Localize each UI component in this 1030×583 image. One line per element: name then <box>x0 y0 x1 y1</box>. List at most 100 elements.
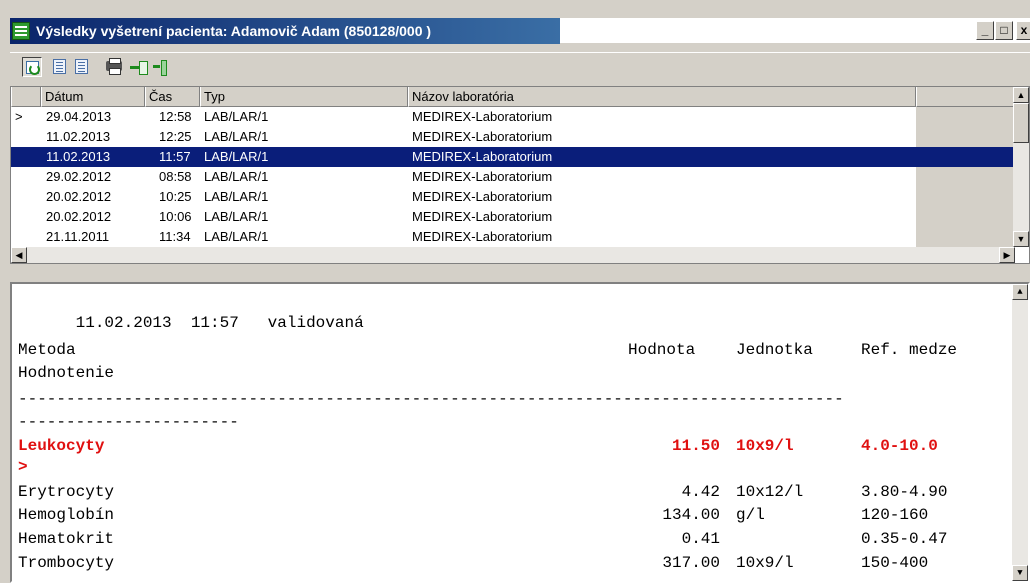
row-date: 20.02.2012 <box>46 209 112 224</box>
row-time: 11:34 <box>159 229 191 244</box>
scroll-up-icon[interactable]: ▲ <box>1012 284 1028 300</box>
collapse-list-button[interactable] <box>72 57 92 77</box>
row-lab: MEDIREX-Laboratorium <box>412 229 553 244</box>
toolbar <box>10 52 1030 80</box>
scroll-up-icon[interactable]: ▲ <box>1013 87 1029 103</box>
grid-scroll-thumb[interactable] <box>1013 103 1029 143</box>
result-value: 4.42 <box>681 483 720 501</box>
row-filler <box>916 107 1015 127</box>
col-marker[interactable] <box>11 87 41 107</box>
col-date[interactable]: Dátum <box>41 87 145 107</box>
row-filler <box>916 187 1015 207</box>
row-time: 12:58 <box>159 109 192 124</box>
col-unit-label: Jednotka <box>736 341 813 359</box>
result-ref: 120-160 <box>861 506 929 524</box>
add-icon <box>130 59 148 75</box>
row-time: 11:57 <box>159 149 191 164</box>
result-value: 134.00 <box>662 506 720 524</box>
row-date: 11.02.2013 <box>46 149 111 164</box>
table-row[interactable]: 29.02.2012 08:58 LAB/LAR/1 MEDIREX-Labor… <box>11 167 1015 187</box>
row-type: LAB/LAR/1 <box>204 169 269 184</box>
table-row-selected[interactable]: 11.02.2013 11:57 LAB/LAR/1 MEDIREX-Labor… <box>11 147 1015 167</box>
grid-vertical-scrollbar[interactable]: ▲ ▼ <box>1013 87 1029 247</box>
scroll-down-icon[interactable]: ▼ <box>1012 565 1028 581</box>
row-type: LAB/LAR/1 <box>204 229 269 244</box>
result-ref: 4.0-10.0 <box>861 437 938 455</box>
refresh-button[interactable] <box>22 57 42 77</box>
title-bar[interactable]: Výsledky vyšetrení pacienta: Adamovič Ad… <box>10 18 1030 44</box>
exit-button[interactable] <box>150 57 170 77</box>
row-type: LAB/LAR/1 <box>204 209 269 224</box>
row-date: 20.02.2012 <box>46 189 112 204</box>
table-row[interactable]: 11.02.2013 12:25 LAB/LAR/1 MEDIREX-Labor… <box>11 127 1015 147</box>
grid-horizontal-scrollbar[interactable]: ◀ ▶ <box>11 247 1015 263</box>
add-button[interactable] <box>128 57 148 77</box>
scroll-left-icon[interactable]: ◀ <box>11 247 27 263</box>
row-filler <box>916 207 1015 227</box>
close-button[interactable]: x <box>1016 21 1030 40</box>
minimize-button[interactable]: _ <box>976 21 994 40</box>
col-method-label: Metoda <box>18 341 76 359</box>
result-value: 317.00 <box>662 554 720 572</box>
exam-list-grid: Dátum Čas Typ Názov laboratória > 29.04.… <box>10 86 1030 264</box>
row-type: LAB/LAR/1 <box>204 129 269 144</box>
separator-line: ----------------------------------------… <box>18 390 844 408</box>
scroll-down-icon[interactable]: ▼ <box>1013 231 1029 247</box>
refresh-icon <box>26 61 40 75</box>
row-date: 29.02.2012 <box>46 169 112 184</box>
row-type: LAB/LAR/1 <box>204 109 269 124</box>
table-row[interactable]: 21.11.2011 11:34 LAB/LAR/1 MEDIREX-Labor… <box>11 227 1015 247</box>
col-type[interactable]: Typ <box>200 87 408 107</box>
result-ref: 0.35-0.47 <box>861 530 948 548</box>
list-collapse-icon <box>75 59 88 74</box>
row-time: 12:25 <box>159 129 192 144</box>
result-unit: 10x9/l <box>736 437 794 455</box>
result-unit: g/l <box>736 506 765 524</box>
table-row[interactable]: 20.02.2012 10:25 LAB/LAR/1 MEDIREX-Labor… <box>11 187 1015 207</box>
row-type: LAB/LAR/1 <box>204 189 269 204</box>
row-lab: MEDIREX-Laboratorium <box>412 169 553 184</box>
row-lab: MEDIREX-Laboratorium <box>412 189 553 204</box>
result-value: 11.50 <box>671 437 720 455</box>
result-flag: > <box>18 458 28 476</box>
result-unit: 10x9/l <box>736 554 794 572</box>
row-lab: MEDIREX-Laboratorium <box>412 149 553 164</box>
table-row[interactable]: > 29.04.2013 12:58 LAB/LAR/1 MEDIREX-Lab… <box>11 107 1015 127</box>
row-lab: MEDIREX-Laboratorium <box>412 209 553 224</box>
detail-date: 11.02.2013 <box>75 313 172 332</box>
detail-time: 11:57 <box>190 313 239 332</box>
col-lab[interactable]: Názov laboratória <box>408 87 916 107</box>
separator-line: ----------------------- <box>18 413 239 431</box>
list-expand-icon <box>53 59 66 74</box>
scroll-right-icon[interactable]: ▶ <box>999 247 1015 263</box>
row-type: LAB/LAR/1 <box>204 149 269 164</box>
row-filler <box>916 147 1015 167</box>
col-value-label: Hodnota <box>628 341 696 359</box>
print-icon <box>106 58 122 75</box>
col-ref-label: Ref. medze <box>861 341 958 359</box>
result-ref: 3.80-4.90 <box>861 483 948 501</box>
table-row[interactable]: 20.02.2012 10:06 LAB/LAR/1 MEDIREX-Labor… <box>11 207 1015 227</box>
grid-header: Dátum Čas Typ Názov laboratória <box>11 87 1015 107</box>
title-bar-active: Výsledky vyšetrení pacienta: Adamovič Ad… <box>10 18 560 44</box>
row-lab: MEDIREX-Laboratorium <box>412 129 553 144</box>
col-time[interactable]: Čas <box>145 87 200 107</box>
window-title: Výsledky vyšetrení pacienta: Adamovič Ad… <box>36 23 432 39</box>
row-filler <box>916 167 1015 187</box>
detail-status: validovaná <box>267 313 364 332</box>
maximize-button[interactable]: □ <box>995 21 1013 40</box>
exit-icon <box>153 59 167 76</box>
row-time: 10:25 <box>159 189 192 204</box>
app-icon <box>12 22 30 40</box>
results-window: Výsledky vyšetrení pacienta: Adamovič Ad… <box>0 0 1030 583</box>
expand-list-button[interactable] <box>50 57 70 77</box>
row-date: 11.02.2013 <box>46 129 111 144</box>
row-filler <box>916 227 1015 247</box>
detail-vertical-scrollbar[interactable]: ▲ ▼ <box>1012 284 1028 581</box>
print-button[interactable] <box>104 57 124 77</box>
row-date: 21.11.2011 <box>46 229 110 244</box>
row-date: 29.04.2013 <box>46 109 112 124</box>
result-detail-pane[interactable]: 11.02.2013 11:57 validovaná Metoda Hodno… <box>10 282 1030 583</box>
row-marker: > <box>15 109 23 124</box>
col-evaluation-label: Hodnotenie <box>18 364 115 382</box>
